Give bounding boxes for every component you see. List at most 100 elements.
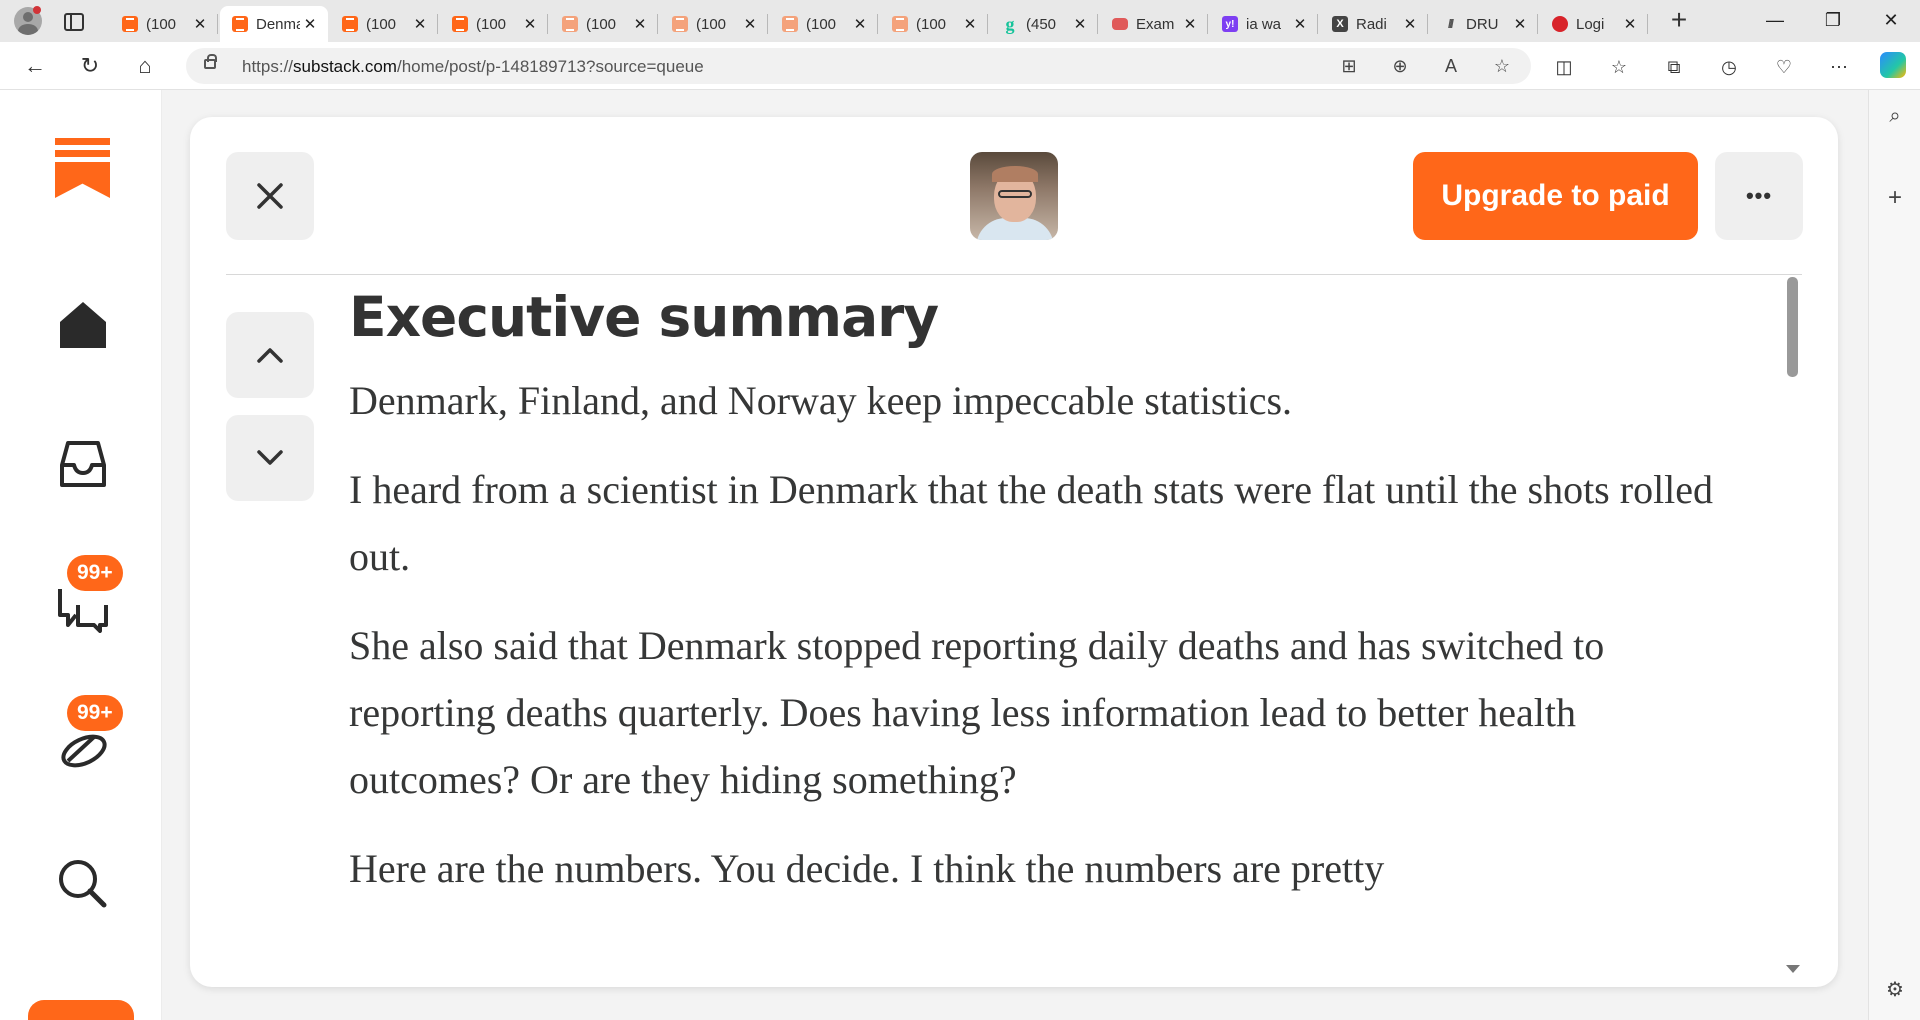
tab-title: (100 xyxy=(586,15,617,33)
substack-icon xyxy=(562,16,578,32)
tab-8[interactable]: g (450 ✕ xyxy=(990,6,1098,42)
close-icon[interactable]: ✕ xyxy=(960,15,980,33)
favorites-icon[interactable]: ☆ xyxy=(1606,54,1632,80)
chat-badge: 99+ xyxy=(67,555,123,591)
paragraph: I heard from a scientist in Denmark that… xyxy=(349,467,1714,579)
more-options-button[interactable]: ••• xyxy=(1715,152,1803,240)
avatar[interactable] xyxy=(970,152,1058,240)
paragraph: Here are the numbers. You decide. I thin… xyxy=(349,846,1385,891)
next-post-button[interactable] xyxy=(226,415,314,501)
paragraph: She also said that Denmark stopped repor… xyxy=(349,623,1605,802)
tab-title: Exam xyxy=(1136,15,1175,33)
favorite-star-icon[interactable]: ☆ xyxy=(1490,54,1514,78)
tab-title: ia wa xyxy=(1246,15,1282,33)
history-icon[interactable]: ◷ xyxy=(1716,54,1742,80)
close-icon[interactable]: ✕ xyxy=(520,15,540,33)
refresh-icon[interactable]: ↻ xyxy=(75,51,105,81)
substack-icon xyxy=(342,16,358,32)
apps-icon[interactable]: ⊞ xyxy=(1337,54,1361,78)
substack-icon xyxy=(892,16,908,32)
add-icon[interactable]: + xyxy=(1883,186,1907,210)
section-heading: Executive summary xyxy=(349,285,939,349)
scrollbar-thumb[interactable] xyxy=(1787,277,1798,377)
minimize-icon[interactable]: — xyxy=(1760,10,1790,31)
post-reader: Upgrade to paid ••• Executive summary De… xyxy=(190,117,1838,987)
tab-actions-icon[interactable] xyxy=(62,10,84,32)
lock-icon[interactable] xyxy=(204,54,217,69)
window-close-icon[interactable]: ✕ xyxy=(1876,10,1906,31)
tab-title: (100 xyxy=(696,15,727,33)
previous-post-button[interactable] xyxy=(226,312,314,398)
tab-title: Radi xyxy=(1356,15,1387,33)
restore-icon[interactable]: ❐ xyxy=(1818,10,1848,31)
gear-icon[interactable]: ⚙ xyxy=(1883,978,1907,1002)
inbox-icon[interactable] xyxy=(54,435,112,493)
tab-title: (100 xyxy=(916,15,947,33)
read-aloud-icon[interactable]: A xyxy=(1439,54,1463,78)
article-body: Executive summary Denmark, Finland, and … xyxy=(349,277,1779,902)
close-icon[interactable]: ✕ xyxy=(850,15,870,33)
tab-13[interactable]: Logi ✕ xyxy=(1540,6,1648,42)
substack-icon xyxy=(232,16,248,32)
close-icon[interactable]: ✕ xyxy=(1510,15,1530,33)
tab-0[interactable]: (100 ✕ xyxy=(110,6,218,42)
activity-badge: 99+ xyxy=(67,695,123,731)
tab-title: Denmark xyxy=(256,15,300,33)
close-icon[interactable]: ✕ xyxy=(1290,15,1310,33)
home-nav-icon[interactable] xyxy=(54,296,112,354)
back-icon[interactable]: ← xyxy=(20,51,50,81)
close-icon[interactable]: ✕ xyxy=(410,15,430,33)
close-icon[interactable]: ✕ xyxy=(1400,15,1420,33)
substack-icon xyxy=(122,16,138,32)
close-icon[interactable]: ✕ xyxy=(740,15,760,33)
close-icon[interactable]: ✕ xyxy=(190,15,210,33)
collections-icon[interactable]: ⧉ xyxy=(1661,54,1687,80)
close-button[interactable] xyxy=(226,152,314,240)
new-tab-button[interactable]: + xyxy=(1664,6,1694,36)
tab-1[interactable]: Denmark ✕ xyxy=(220,6,328,42)
substack-logo[interactable] xyxy=(55,138,110,198)
copilot-icon[interactable] xyxy=(1880,52,1906,78)
zoom-icon[interactable]: ⊕ xyxy=(1388,54,1412,78)
tab-title: (100 xyxy=(806,15,837,33)
close-icon[interactable]: ✕ xyxy=(1180,15,1200,33)
close-icon xyxy=(257,183,283,209)
home-icon[interactable]: ⌂ xyxy=(130,51,160,81)
tab-5[interactable]: (100 ✕ xyxy=(660,6,768,42)
substack-icon xyxy=(672,16,688,32)
tab-4[interactable]: (100 ✕ xyxy=(550,6,658,42)
tab-title: (100 xyxy=(146,15,177,33)
tab-title: DRU xyxy=(1466,15,1499,33)
settings-more-icon[interactable]: ⋯ xyxy=(1826,54,1852,80)
close-icon[interactable]: ✕ xyxy=(1070,15,1090,33)
login-site-icon xyxy=(1552,16,1568,32)
grammarly-icon: g xyxy=(1005,13,1015,34)
tab-title: (450 xyxy=(1026,15,1057,33)
drudge-icon: /// xyxy=(1447,17,1454,31)
performance-icon[interactable]: ♡ xyxy=(1771,54,1797,80)
tab-strip: (100 ✕ Denmark ✕ (100 ✕ (100 ✕ (100 ✕ (1… xyxy=(0,0,1920,42)
upgrade-button[interactable]: Upgrade to paid xyxy=(1413,152,1698,240)
split-screen-icon[interactable]: ◫ xyxy=(1551,54,1577,80)
tab-10[interactable]: y! ia wa ✕ xyxy=(1210,6,1318,42)
tab-11[interactable]: X Radi ✕ xyxy=(1320,6,1428,42)
tab-6[interactable]: (100 ✕ xyxy=(770,6,878,42)
close-icon[interactable]: ✕ xyxy=(300,15,320,33)
scroll-down-arrow[interactable] xyxy=(1786,965,1800,973)
tab-2[interactable]: (100 ✕ xyxy=(330,6,438,42)
tab-7[interactable]: (100 ✕ xyxy=(880,6,988,42)
close-icon[interactable]: ✕ xyxy=(1620,15,1640,33)
youtube-icon xyxy=(1112,18,1128,30)
tab-12[interactable]: /// DRU ✕ xyxy=(1430,6,1538,42)
search-icon[interactable] xyxy=(54,855,112,913)
tab-9[interactable]: Exam ✕ xyxy=(1100,6,1208,42)
create-button[interactable] xyxy=(28,1000,134,1020)
edge-sidebar: ⌕ + ⚙ xyxy=(1868,90,1920,1020)
close-icon[interactable]: ✕ xyxy=(630,15,650,33)
sidebar-search-icon[interactable]: ⌕ xyxy=(1883,104,1907,128)
tab-3[interactable]: (100 ✕ xyxy=(440,6,548,42)
x-icon: X xyxy=(1332,16,1348,32)
browser-toolbar: ← ↻ ⌂ https://substack.com/home/post/p-1… xyxy=(0,42,1920,90)
url-text[interactable]: https://substack.com/home/post/p-1481897… xyxy=(242,57,704,77)
address-bar[interactable]: https://substack.com/home/post/p-1481897… xyxy=(186,48,1531,84)
